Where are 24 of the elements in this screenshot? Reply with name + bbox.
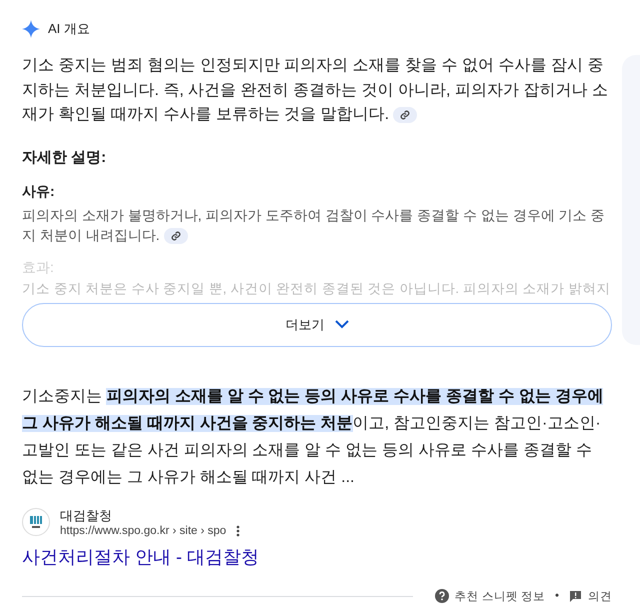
source-link-button[interactable] — [393, 106, 418, 123]
source-link-button[interactable] — [164, 228, 188, 244]
summary-text: 기소 중지는 범죄 혐의는 인정되지만 피의자의 소재를 찾을 수 없어 수사를 잠시 중지하는 처분입니다. 즉, 사건을 완전히 종결하는 것이 아니라, 피의자가 잡히거나 소재가 확인될 때까지 수사를 보류하는 것을 말합니다. — [22, 56, 609, 125]
section-text: 기소 중지 처분은 수사 중지일 뿐, 사건이 완전히 종결된 것은 아닙니다. 피의자의 소재가 밝혀지 — [22, 280, 612, 298]
snippet-info-link[interactable]: 추천 스니펫 정보 — [454, 588, 545, 604]
more-options-icon[interactable] — [236, 524, 240, 536]
show-more-button[interactable]: 더보기 — [22, 302, 612, 346]
snippet-text: 기소중지는 피의자의 소재를 알 수 없는 등의 사유로 수사를 종결할 수 없는 경우에 그 사유가 해소될 때까지 사건을 중지하는 처분이고, 참고인중지는 참고인·고소인·고발인 또는 같은 사건 피의자의 소재를 알 수 없는 등의 사유로 수사를 종결할 수 없는 경우에는 그 사유가 해소될 때까지 사건 ... — [22, 386, 604, 488]
source-url: https://www.spo.go.kr › site › spo — [60, 524, 226, 536]
details-heading: 자세한 설명: — [22, 148, 108, 166]
overview-title: AI 개요 — [48, 20, 90, 38]
section-text: 피의자의 소재가 불명하거나, 피의자가 도주하여 검찰이 수사를 종결할 수 없는 경우에 기소 중지 처분이 내려집니다. — [22, 206, 606, 244]
sparkle-icon — [22, 20, 40, 38]
result-title-link[interactable]: 사건처리절차 안내 - 대검찰청 — [22, 544, 612, 568]
chevron-down-icon — [334, 320, 348, 329]
feedback-link[interactable]: 의견 — [588, 588, 612, 604]
source-name: 대검찰청 — [60, 506, 113, 524]
link-icon — [170, 230, 181, 241]
separator-dot: • — [554, 590, 559, 602]
help-icon — [434, 589, 449, 603]
site-logo-icon — [22, 508, 50, 536]
link-icon — [400, 110, 410, 120]
section-label: 사유: — [22, 182, 56, 200]
feedback-icon — [569, 590, 582, 602]
